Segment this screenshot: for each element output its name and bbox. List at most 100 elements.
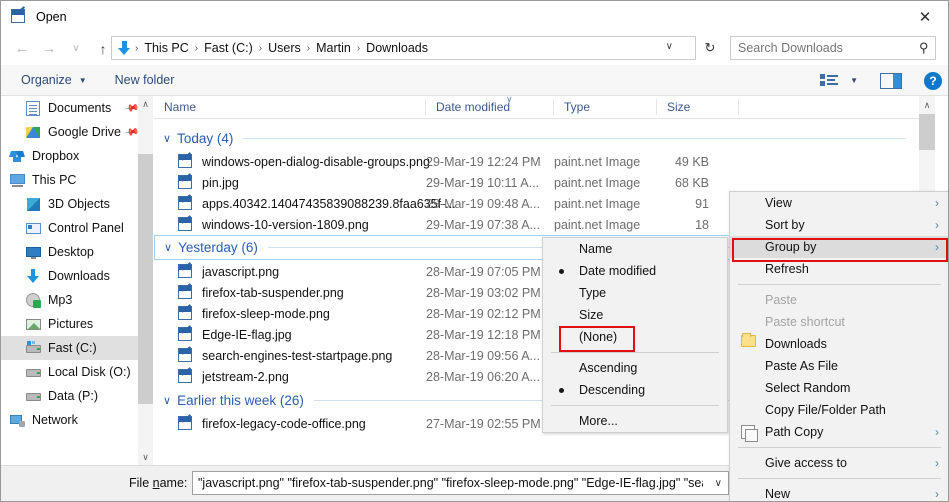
file-type-cell: paint.net Image <box>554 197 640 211</box>
scroll-up-icon[interactable]: ∧ <box>919 96 935 114</box>
sidebar-item-label: Mp3 <box>48 293 72 307</box>
refresh-icon[interactable]: ↻ <box>699 37 721 59</box>
view-layout-icon[interactable] <box>820 73 840 89</box>
sort-option-size[interactable]: Size <box>543 304 727 326</box>
group-header[interactable]: ∨Today (4) <box>154 125 914 151</box>
breadcrumb-martin[interactable]: Martin <box>313 39 354 57</box>
sidebar-item-3d-objects[interactable]: 3D Objects <box>1 192 153 216</box>
file-date-cell: 29-Mar-19 12:24 PM <box>426 155 541 169</box>
menu-item-copy-file-folder-path[interactable]: Copy File/Folder Path <box>730 399 949 421</box>
window-title: Open <box>36 10 67 24</box>
column-divider[interactable] <box>738 99 739 115</box>
scrollbar-thumb[interactable] <box>919 114 935 150</box>
column-header-size[interactable]: Size <box>657 96 739 118</box>
file-row[interactable]: pin.jpg29-Mar-19 10:11 A...paint.net Ima… <box>154 172 914 193</box>
menu-item-new[interactable]: New› <box>730 483 949 502</box>
sort-option-more[interactable]: More... <box>543 410 727 432</box>
column-header-label: Size <box>667 100 690 114</box>
breadcrumb-users[interactable]: Users <box>265 39 304 57</box>
close-icon[interactable]: ✕ <box>902 1 948 32</box>
hard-drive-icon <box>25 388 42 405</box>
menu-item-sort-by[interactable]: Sort by› <box>730 214 949 236</box>
sidebar-item-mp3[interactable]: Mp3 <box>1 288 153 312</box>
pin-icon[interactable]: 📌 <box>123 100 140 116</box>
new-folder-button[interactable]: New folder <box>109 70 181 90</box>
group-divider <box>243 138 906 139</box>
menu-item-label: Refresh <box>765 262 809 276</box>
column-headers: ∨ NameDate modifiedTypeSize <box>154 96 935 119</box>
scroll-down-icon[interactable]: ∨ <box>138 449 153 466</box>
menu-item-paste-shortcut: Paste shortcut <box>730 311 949 333</box>
menu-item-paste-as-file[interactable]: Paste As File <box>730 355 949 377</box>
menu-item-give-access-to[interactable]: Give access to› <box>730 452 949 474</box>
breadcrumb-this-pc[interactable]: This PC <box>141 39 191 57</box>
column-header-label: Type <box>564 100 590 114</box>
sort-option-date-modified[interactable]: Date modified <box>543 260 727 282</box>
scroll-up-icon[interactable]: ∧ <box>138 96 153 113</box>
chevron-down-icon[interactable]: ∨ <box>666 41 673 52</box>
column-header-date-modified[interactable]: Date modified <box>426 96 554 118</box>
search-box[interactable]: ⚲ <box>730 36 936 60</box>
sidebar-item-downloads[interactable]: Downloads <box>1 264 153 288</box>
menu-item-downloads[interactable]: Downloads <box>730 333 949 355</box>
sort-option-ascending[interactable]: Ascending <box>543 357 727 379</box>
file-name-cell: firefox-sleep-mode.png <box>202 307 330 321</box>
search-input[interactable] <box>738 41 898 55</box>
address-bar[interactable]: › This PC › Fast (C:) › Users › Martin ›… <box>111 36 696 60</box>
downloads-arrow-icon <box>116 40 132 56</box>
sidebar-item-label: Documents <box>48 101 111 115</box>
menu-item-view[interactable]: View› <box>730 192 949 214</box>
sidebar-item-label: This PC <box>32 173 76 187</box>
file-row[interactable]: windows-open-dialog-disable-groups.png29… <box>154 151 914 172</box>
chevron-down-icon[interactable]: ∨ <box>715 478 722 489</box>
sidebar-item-pictures[interactable]: Pictures <box>1 312 153 336</box>
toolbar-right-group: ▼ ? <box>820 65 942 96</box>
sidebar-item-documents[interactable]: Documents 📌 <box>1 96 153 120</box>
breadcrumb-downloads[interactable]: Downloads <box>363 39 431 57</box>
menu-item-select-random[interactable]: Select Random <box>730 377 949 399</box>
scrollbar-thumb[interactable] <box>138 154 153 404</box>
menu-item-group-by[interactable]: Group by› <box>730 236 949 258</box>
sort-option-type[interactable]: Type <box>543 282 727 304</box>
sidebar-item-dropbox[interactable]: Dropbox <box>1 144 153 168</box>
column-header-type[interactable]: Type <box>554 96 657 118</box>
sidebar-item-local-disk-o[interactable]: Local Disk (O:) <box>1 360 153 384</box>
paintnet-image-icon <box>178 348 194 364</box>
preview-pane-icon[interactable] <box>880 73 902 89</box>
help-icon[interactable]: ? <box>924 72 942 90</box>
sort-option-label: Type <box>579 286 606 300</box>
open-file-dialog: Open ✕ ← → ∨ ↑ › This PC › Fast (C:) › U… <box>0 0 949 502</box>
chevron-down-icon[interactable]: ∨ <box>163 132 171 145</box>
column-header-name[interactable]: Name <box>154 96 426 118</box>
sidebar-item-label: Desktop <box>48 245 94 259</box>
search-icon[interactable]: ⚲ <box>919 40 929 56</box>
sidebar-item-control-panel[interactable]: Control Panel <box>1 216 153 240</box>
navigation-pane-scrollbar[interactable]: ∧ ∨ <box>138 96 153 466</box>
google-drive-icon <box>25 124 42 141</box>
sidebar-item-fast-c[interactable]: Fast (C:) <box>1 336 153 360</box>
organize-button[interactable]: Organize <box>15 70 78 90</box>
file-name-combobox[interactable]: "javascript.png" "firefox-tab-suspender.… <box>192 471 729 495</box>
sidebar-item-network[interactable]: Network <box>1 408 153 432</box>
pin-icon[interactable]: 📌 <box>123 124 140 140</box>
sidebar-item-desktop[interactable]: Desktop <box>1 240 153 264</box>
sort-option-none[interactable]: (None) <box>543 326 727 348</box>
breadcrumb-fast-c[interactable]: Fast (C:) <box>201 39 256 57</box>
sidebar-item-this-pc[interactable]: This PC <box>1 168 153 192</box>
chevron-down-icon[interactable]: ∨ <box>163 394 171 407</box>
recent-locations-icon[interactable]: ∨ <box>64 37 88 61</box>
file-type-cell: paint.net Image <box>554 218 640 232</box>
sort-option-name[interactable]: Name <box>543 238 727 260</box>
menu-item-refresh[interactable]: Refresh <box>730 258 949 280</box>
back-icon[interactable]: ← <box>10 37 34 61</box>
forward-icon[interactable]: → <box>37 37 61 61</box>
sidebar-item-google-drive[interactable]: Google Drive📌 <box>1 120 153 144</box>
paintnet-image-icon <box>178 369 194 385</box>
chevron-down-icon[interactable]: ▼ <box>850 76 858 85</box>
chevron-down-icon[interactable]: ∨ <box>164 241 172 254</box>
sidebar-item-data-p[interactable]: Data (P:) <box>1 384 153 408</box>
menu-item-path-copy[interactable]: Path Copy› <box>730 421 949 443</box>
file-name-input[interactable]: "javascript.png" "firefox-tab-suspender.… <box>198 476 703 490</box>
chevron-down-icon[interactable]: ▼ <box>79 76 87 85</box>
sort-option-descending[interactable]: Descending <box>543 379 727 401</box>
